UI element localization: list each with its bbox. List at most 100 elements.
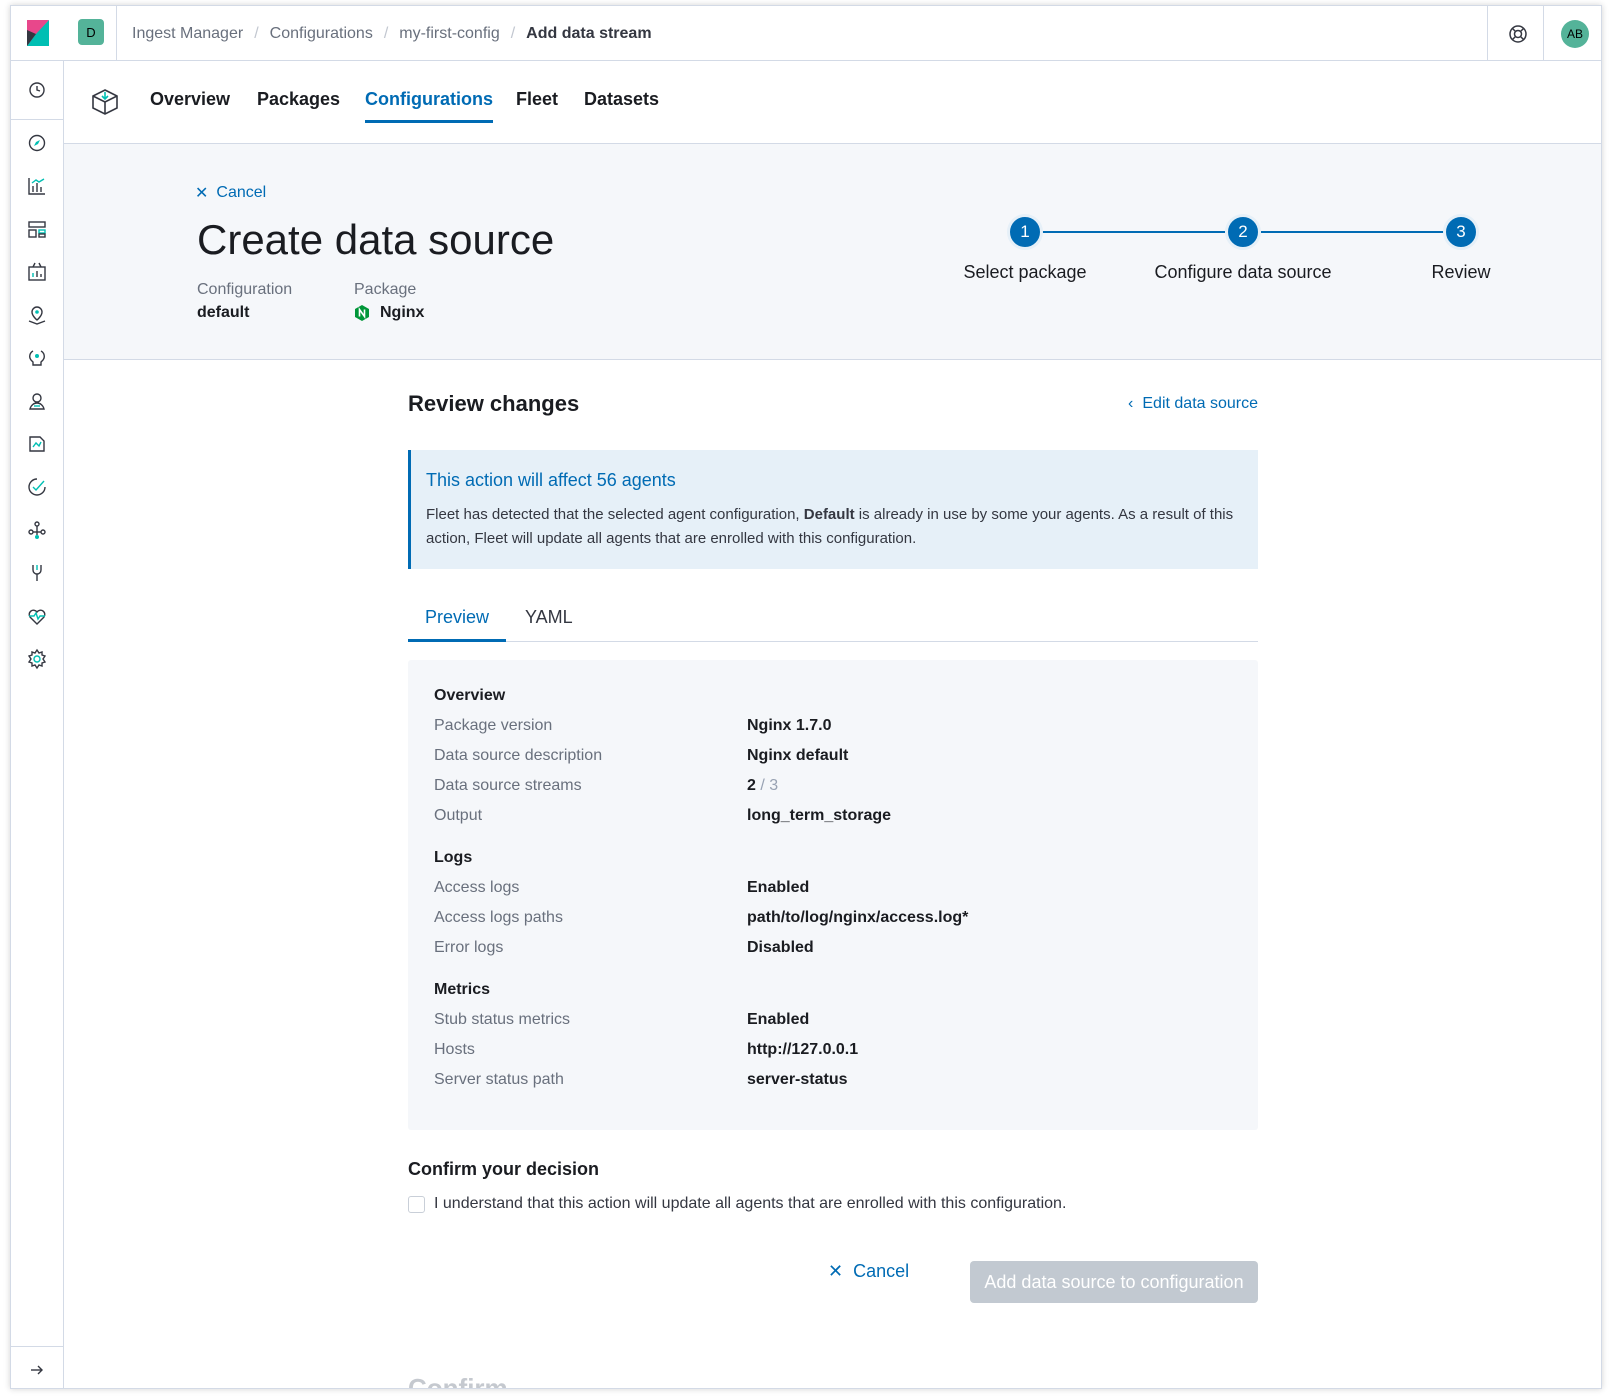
app-window: D Ingest Manager / Configurations / my-f… <box>10 5 1602 1389</box>
confirm-checkbox[interactable] <box>408 1195 425 1213</box>
row-value: 2 / 3 <box>747 777 778 795</box>
graph-icon[interactable] <box>26 519 48 541</box>
management-icon[interactable] <box>26 648 48 670</box>
row-label: Data source description <box>434 747 603 764</box>
preview-panel: Overview Package version Nginx 1.7.0 Dat… <box>408 660 1258 1130</box>
tab-overview[interactable]: Overview <box>150 89 230 120</box>
tab-fleet[interactable]: Fleet <box>516 89 558 120</box>
breadcrumb-separator: / <box>383 24 389 42</box>
confirm-checkbox-label: I understand that this action will updat… <box>434 1195 1067 1212</box>
streams-enabled: 2 <box>747 777 756 794</box>
row-label: Hosts <box>434 1041 475 1058</box>
kibana-logo[interactable] <box>27 20 49 46</box>
edit-data-source-link[interactable]: ‹ Edit data source <box>1128 395 1258 413</box>
row-label: Access logs paths <box>434 909 563 926</box>
uptime-icon[interactable] <box>26 433 48 455</box>
tab-preview[interactable]: Preview <box>408 596 507 642</box>
header-divider <box>1487 6 1488 61</box>
step-2-label: Configure data source <box>1154 262 1332 282</box>
logs-section-title: Logs <box>434 849 473 866</box>
help-icon[interactable] <box>1507 23 1529 45</box>
row-label: Error logs <box>434 939 504 956</box>
callout-text-before: Fleet has detected that the selected age… <box>426 506 800 523</box>
row-value: Disabled <box>747 939 814 956</box>
step-connector <box>1261 231 1461 233</box>
configuration-value: default <box>197 304 250 321</box>
step-2-circle[interactable]: 2 <box>1225 214 1261 250</box>
step-3-circle[interactable]: 3 <box>1443 214 1479 250</box>
row-label: Package version <box>434 717 553 734</box>
package-value: Nginx <box>354 304 424 322</box>
page-header: ✕ Cancel Create data source Configuratio… <box>64 144 1601 360</box>
chevron-left-icon: ‹ <box>1128 395 1134 412</box>
cancel-link-label: Cancel <box>216 184 267 201</box>
header-divider <box>116 6 117 61</box>
cancel-link[interactable]: ✕ Cancel <box>195 183 266 203</box>
ingest-manager-logo <box>92 89 118 115</box>
siem-icon[interactable] <box>26 476 48 498</box>
edit-data-source-label: Edit data source <box>1142 395 1258 412</box>
row-value: http://127.0.0.1 <box>747 1041 859 1058</box>
step-1-label: Select package <box>963 262 1087 282</box>
callout-text-config-name: Default <box>803 506 855 523</box>
space-avatar[interactable]: D <box>78 19 104 45</box>
streams-total: / 3 <box>760 777 779 794</box>
review-tabs: Preview YAML <box>408 596 1258 642</box>
close-icon: ✕ <box>195 185 209 202</box>
package-label: Package <box>354 281 417 298</box>
top-header: D Ingest Manager / Configurations / my-f… <box>11 6 1601 61</box>
row-value: Enabled <box>747 879 810 896</box>
row-value: Enabled <box>747 1011 810 1028</box>
breadcrumb-separator: / <box>254 24 259 42</box>
row-label: Data source streams <box>434 777 582 794</box>
cancel-button[interactable]: ✕ Cancel <box>828 1261 909 1282</box>
step-3-label: Review <box>1431 262 1491 282</box>
row-value: Nginx default <box>747 747 849 764</box>
row-label: Server status path <box>434 1071 564 1088</box>
configuration-label: Configuration <box>197 281 293 298</box>
review-title: Review changes <box>408 391 580 416</box>
clock-icon[interactable] <box>26 79 48 101</box>
canvas-icon[interactable] <box>26 261 48 283</box>
user-avatar[interactable]: AB <box>1561 20 1589 48</box>
nav-divider <box>11 119 64 120</box>
close-icon: ✕ <box>828 1261 844 1281</box>
metrics-section-title: Metrics <box>434 981 491 998</box>
maps-icon[interactable] <box>26 304 48 326</box>
visualize-icon[interactable] <box>26 175 48 197</box>
tab-yaml[interactable]: YAML <box>508 596 590 642</box>
nav-divider <box>11 1346 64 1347</box>
tab-configurations[interactable]: Configurations <box>365 89 493 123</box>
row-value: server-status <box>747 1071 848 1088</box>
breadcrumb-current: Add data stream <box>526 24 652 42</box>
tab-packages[interactable]: Packages <box>257 89 340 120</box>
dashboard-icon[interactable] <box>26 218 48 240</box>
callout-text: Fleet has detected that the selected age… <box>426 503 1243 551</box>
callout-title: This action will affect 56 agents <box>426 470 676 490</box>
row-value: path/to/log/nginx/access.log* <box>747 909 969 926</box>
breadcrumb-my-first-config[interactable]: my-first-config <box>399 25 499 43</box>
monitoring-icon[interactable] <box>26 605 48 627</box>
nginx-icon <box>355 305 369 321</box>
tab-datasets[interactable]: Datasets <box>584 89 659 120</box>
cancel-button-label: Cancel <box>853 1261 910 1281</box>
side-nav <box>11 61 64 1388</box>
breadcrumb-ingest-manager[interactable]: Ingest Manager <box>132 25 243 43</box>
overview-section-title: Overview <box>434 687 506 704</box>
breadcrumb-configurations[interactable]: Configurations <box>270 25 373 43</box>
affect-agents-callout: This action will affect 56 agents Fleet … <box>408 450 1258 569</box>
breadcrumb: Ingest Manager / Configurations / my-fir… <box>132 6 652 61</box>
row-value: long_term_storage <box>747 807 892 824</box>
row-label: Access logs <box>434 879 520 896</box>
row-value: Nginx 1.7.0 <box>747 717 832 734</box>
add-data-source-button[interactable]: Add data source to configuration <box>970 1261 1258 1303</box>
apm-icon[interactable] <box>26 390 48 412</box>
dev-tools-icon[interactable] <box>26 562 48 584</box>
arrow-right-icon[interactable] <box>26 1359 48 1381</box>
discover-icon[interactable] <box>26 132 48 154</box>
ml-icon[interactable] <box>26 347 48 369</box>
confirm-checkbox-row[interactable]: I understand that this action will updat… <box>408 1195 1066 1213</box>
step-1-circle[interactable]: 1 <box>1007 214 1043 250</box>
row-label: Output <box>434 807 483 824</box>
confirm-title: Confirm your decision <box>408 1159 600 1179</box>
